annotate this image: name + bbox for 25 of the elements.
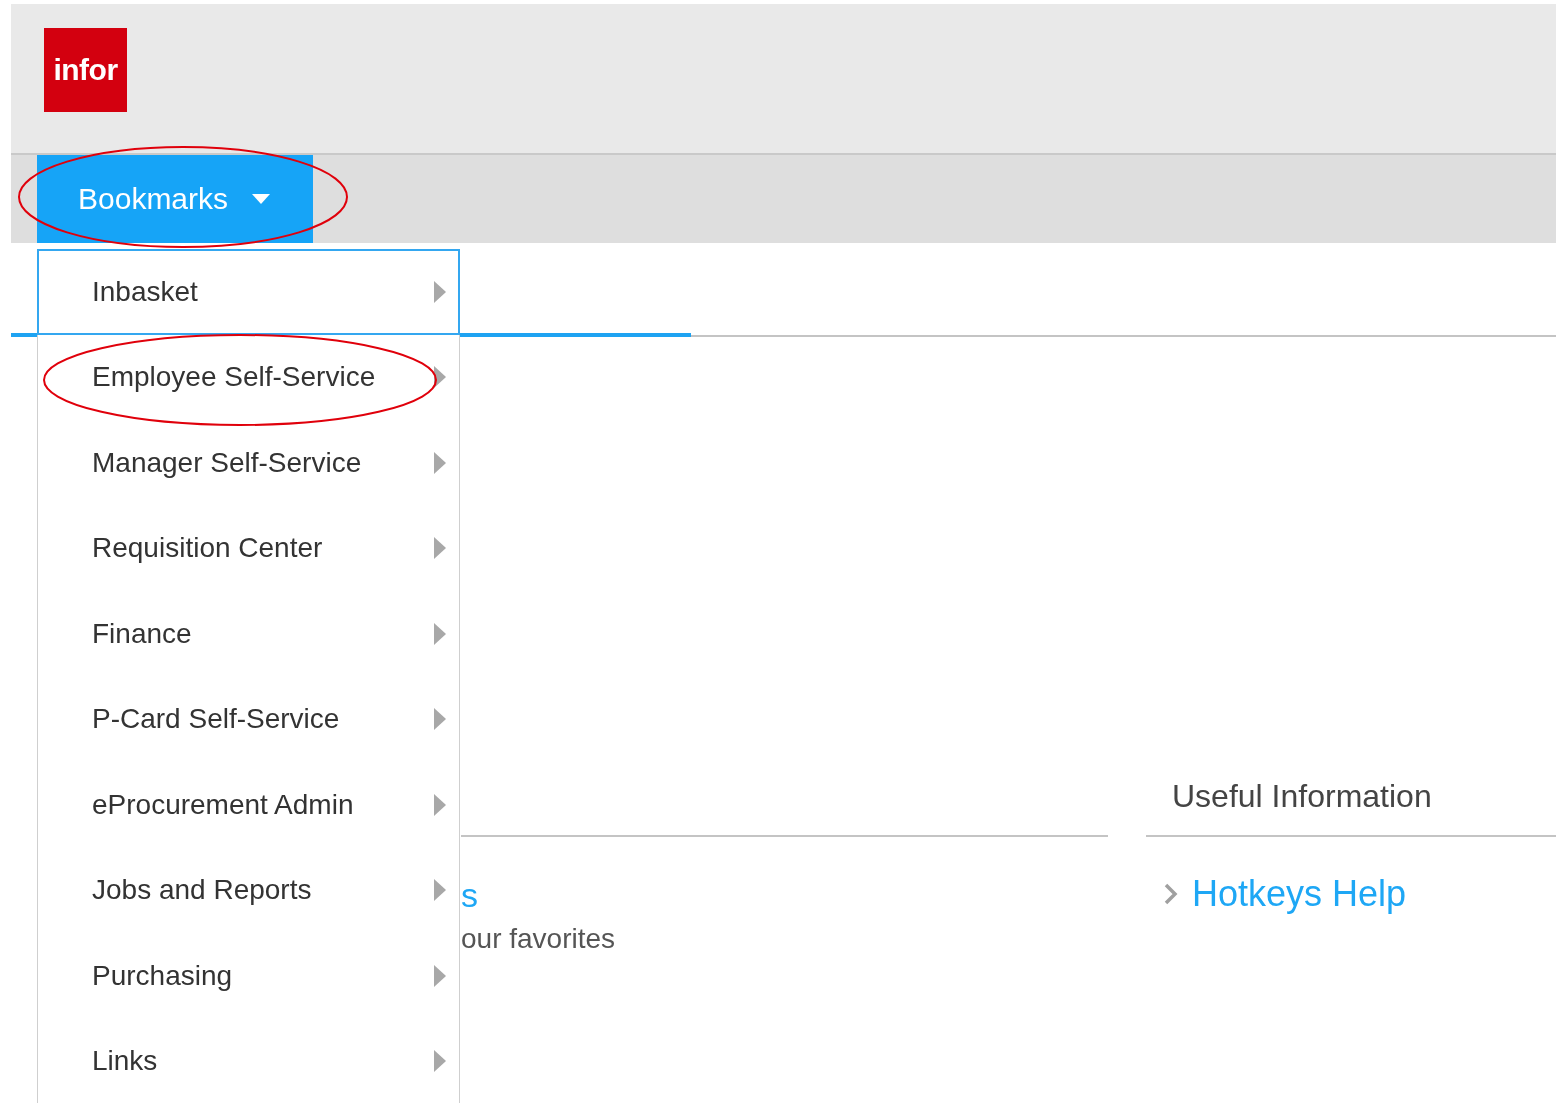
menu-item[interactable]: P-Card Self-Service <box>37 676 460 762</box>
submenu-arrow-icon <box>434 708 446 731</box>
menu-item[interactable]: Purchasing <box>37 933 460 1019</box>
submenu-arrow-icon <box>434 964 446 987</box>
submenu-arrow-icon <box>434 280 446 303</box>
section-heading: Useful Information <box>1172 777 1432 815</box>
chevron-icon <box>1164 883 1178 905</box>
submenu-arrow-icon <box>434 879 446 902</box>
menu-item[interactable]: Links <box>37 1018 460 1103</box>
submenu-arrow-icon <box>434 1050 446 1073</box>
menu-item[interactable]: Employee Self-Service <box>37 334 460 420</box>
menu-item[interactable]: Requisition Center <box>37 505 460 591</box>
logo: infor <box>44 28 127 112</box>
caret-icon <box>252 194 271 204</box>
menu-item[interactable]: Manager Self-Service <box>37 420 460 506</box>
menu-item[interactable]: eProcurement Admin <box>37 762 460 848</box>
menu-item[interactable]: Jobs and Reports <box>37 847 460 933</box>
submenu-arrow-icon <box>434 793 446 816</box>
submenu-arrow-icon <box>434 537 446 560</box>
submenu-arrow-icon <box>434 622 446 645</box>
submenu-arrow-icon <box>434 366 446 389</box>
menu-item[interactable]: Inbasket <box>37 249 460 335</box>
menu-item[interactable]: Finance <box>37 591 460 677</box>
favorites-description: our favorites <box>461 922 617 956</box>
submenu-arrow-icon <box>434 451 446 474</box>
